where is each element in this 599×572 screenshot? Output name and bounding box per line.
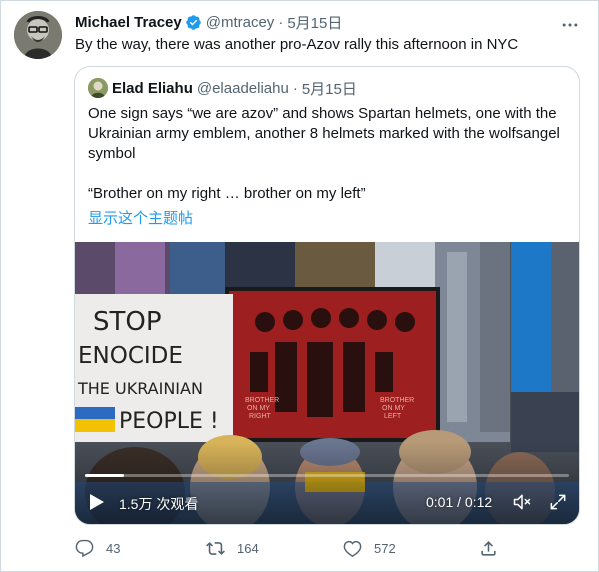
tweet-text: By the way, there was another pro-Azov r…	[75, 36, 519, 53]
quoted-tweet[interactable]: Elad Eliahu @elaadeliahu · 5月15日 One sig…	[74, 66, 580, 525]
show-thread-link[interactable]: 显示这个主题帖	[88, 207, 193, 228]
separator-dot: ·	[278, 13, 284, 31]
separator-dot: ·	[292, 79, 298, 97]
sign-text-right: BROTHER	[245, 397, 279, 404]
verified-badge-icon	[185, 14, 201, 30]
video-progress-fill	[85, 474, 124, 477]
sign-text-left: LEFT	[384, 413, 402, 420]
mute-volume-icon[interactable]	[512, 492, 532, 512]
retweet-count: 164	[237, 541, 259, 556]
sign-text-right: ON MY	[247, 405, 270, 412]
more-options-icon[interactable]	[560, 15, 580, 35]
video-player[interactable]: BROTHER ON MY RIGHT BROTHER ON MY LEFT S…	[75, 242, 579, 524]
sign-text-left: BROTHER	[380, 397, 414, 404]
heart-icon	[343, 540, 362, 557]
tweet-date[interactable]: 5月15日	[287, 12, 342, 33]
tweet-card: Michael Tracey @mtracey · 5月15日 By the w…	[0, 0, 599, 572]
video-time: 0:01 / 0:12	[426, 494, 493, 510]
reply-icon	[75, 539, 94, 558]
retweet-icon	[206, 542, 225, 555]
quoted-paragraph-1: One sign says “we are azov” and shows Sp…	[88, 105, 560, 162]
author-name[interactable]: Michael Tracey	[75, 14, 182, 31]
tweet-header: Michael Tracey @mtracey · 5月15日	[75, 12, 342, 32]
sign-text-right: RIGHT	[249, 413, 272, 420]
quoted-tweet-text: One sign says “we are azov” and shows Sp…	[88, 104, 574, 204]
sign-enocide-text: ENOCIDE	[78, 343, 183, 369]
share-icon	[481, 541, 496, 556]
quoted-author-handle: @elaadeliahu	[196, 79, 289, 97]
like-button[interactable]: 572	[343, 539, 396, 558]
tweet-actions: 43 164 572	[75, 539, 515, 559]
sign-ukrainian-text: THE UKRAINIAN	[77, 379, 203, 398]
like-count: 572	[374, 541, 396, 556]
quoted-author-name: Elad Eliahu	[112, 79, 193, 97]
view-count: 1.5万 次观看	[119, 496, 199, 512]
sign-people-text: PEOPLE !	[119, 409, 219, 434]
sign-stop-text: STOP	[93, 307, 162, 337]
quoted-tweet-date: 5月15日	[301, 80, 357, 98]
avatar[interactable]	[14, 11, 62, 59]
retweet-button[interactable]: 164	[206, 539, 259, 558]
share-button[interactable]	[479, 539, 510, 558]
quoted-avatar	[88, 78, 108, 98]
quoted-tweet-header: Elad Eliahu @elaadeliahu · 5月15日	[88, 78, 357, 98]
reply-button[interactable]: 43	[75, 539, 120, 558]
reply-count: 43	[106, 541, 121, 556]
fullscreen-icon[interactable]	[548, 492, 568, 512]
play-icon[interactable]	[89, 493, 105, 511]
quoted-paragraph-2: “Brother on my right … brother on my lef…	[88, 185, 366, 202]
author-handle[interactable]: @mtracey	[206, 14, 275, 31]
video-frame: BROTHER ON MY RIGHT BROTHER ON MY LEFT S…	[75, 242, 579, 524]
sign-text-left: ON MY	[382, 405, 405, 412]
video-progress-bar[interactable]	[85, 474, 569, 477]
